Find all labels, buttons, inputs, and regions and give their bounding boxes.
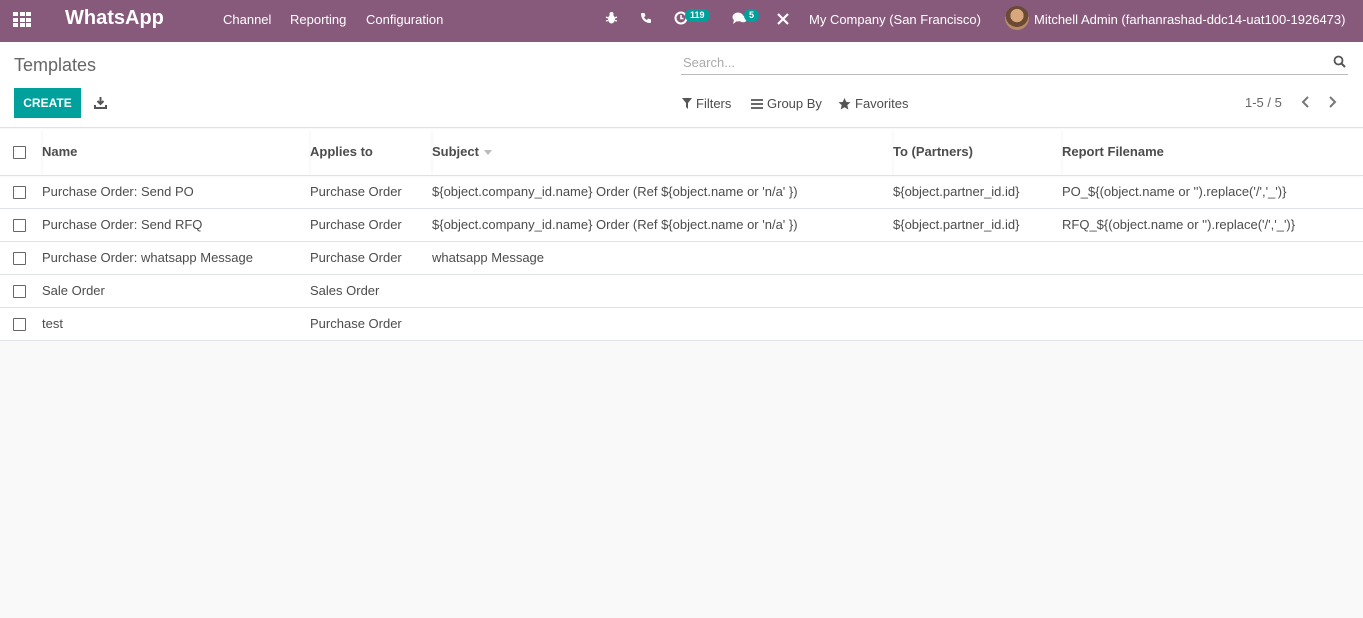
row-select-cell (0, 175, 42, 209)
company-switcher[interactable]: My Company (San Francisco) (809, 12, 981, 27)
table-row[interactable]: Purchase Order: whatsapp Message Purchas… (0, 241, 1363, 275)
column-header-name[interactable]: Name (42, 129, 310, 176)
activity-count-badge: 119 (685, 9, 710, 22)
select-all-cell (0, 129, 42, 176)
table-row[interactable]: Sale Order Sales Order (0, 274, 1363, 308)
favorites-button[interactable]: Favorites (838, 96, 908, 111)
filters-button[interactable]: Filters (682, 96, 731, 111)
select-all-checkbox[interactable] (13, 146, 26, 160)
list-icon (751, 98, 763, 109)
templates-table: Name Applies to Subject To (Partners) Re… (0, 129, 1363, 341)
app-brand[interactable]: WhatsApp (65, 7, 164, 30)
cell-applies-to[interactable]: Purchase Order (310, 307, 432, 341)
filter-icon (682, 98, 692, 109)
table-header-row: Name Applies to Subject To (Partners) Re… (0, 129, 1363, 176)
row-select-cell (0, 208, 42, 242)
cell-applies-to[interactable]: Purchase Order (310, 175, 432, 209)
row-select-cell (0, 274, 42, 308)
app-menu-icon[interactable] (13, 12, 32, 27)
table-row[interactable]: Purchase Order: Send RFQ Purchase Order … (0, 208, 1363, 242)
menu-reporting[interactable]: Reporting (290, 12, 346, 27)
bug-icon[interactable] (605, 11, 618, 28)
cell-report-filename[interactable]: PO_${(object.name or '').replace('/','_'… (1062, 175, 1363, 209)
row-select-cell (0, 241, 42, 275)
cell-applies-to[interactable]: Purchase Order (310, 208, 432, 242)
column-header-to-partners[interactable]: To (Partners) (893, 129, 1062, 176)
cell-to-partners[interactable] (893, 307, 1062, 341)
table-row[interactable]: Purchase Order: Send PO Purchase Order $… (0, 175, 1363, 209)
column-header-report-filename[interactable]: Report Filename (1062, 129, 1363, 176)
cell-subject[interactable] (432, 307, 893, 341)
sort-caret-icon (483, 150, 492, 156)
cell-subject[interactable]: ${object.company_id.name} Order (Ref ${o… (432, 175, 893, 209)
cell-report-filename[interactable] (1062, 274, 1363, 308)
message-count-badge: 5 (744, 9, 760, 22)
cell-name[interactable]: Purchase Order: Send RFQ (42, 208, 310, 242)
table-row[interactable]: test Purchase Order (0, 307, 1363, 341)
group-by-button[interactable]: Group By (751, 96, 822, 111)
search-input[interactable] (681, 50, 1321, 74)
templates-list: Name Applies to Subject To (Partners) Re… (0, 129, 1363, 341)
cell-to-partners[interactable]: ${object.partner_id.id} (893, 175, 1062, 209)
chevron-right-icon[interactable] (1328, 96, 1338, 111)
row-checkbox[interactable] (13, 252, 26, 266)
cell-name[interactable]: Purchase Order: Send PO (42, 175, 310, 209)
cell-subject[interactable]: ${object.company_id.name} Order (Ref ${o… (432, 208, 893, 242)
cell-subject[interactable] (432, 274, 893, 308)
group-by-label: Group By (767, 96, 822, 111)
menu-channel[interactable]: Channel (223, 12, 271, 27)
cell-to-partners[interactable]: ${object.partner_id.id} (893, 208, 1062, 242)
cell-report-filename[interactable] (1062, 307, 1363, 341)
cell-to-partners[interactable] (893, 241, 1062, 275)
cell-report-filename[interactable]: RFQ_${(object.name or '').replace('/','_… (1062, 208, 1363, 242)
star-icon (838, 97, 851, 109)
user-menu[interactable]: Mitchell Admin (farhanrashad-ddc14-uat10… (1034, 12, 1345, 27)
cell-applies-to[interactable]: Sales Order (310, 274, 432, 308)
download-icon[interactable] (94, 96, 107, 112)
favorites-label: Favorites (855, 96, 909, 111)
cell-report-filename[interactable] (1062, 241, 1363, 275)
cell-name[interactable]: Purchase Order: whatsapp Message (42, 241, 310, 275)
user-avatar[interactable] (1005, 6, 1029, 30)
pager-value[interactable]: 1-5 / 5 (1245, 95, 1282, 110)
row-checkbox[interactable] (13, 186, 26, 200)
row-checkbox[interactable] (13, 219, 26, 233)
cell-name[interactable]: Sale Order (42, 274, 310, 308)
page-title: Templates (14, 55, 97, 75)
chevron-left-icon[interactable] (1300, 96, 1310, 111)
row-select-cell (0, 307, 42, 341)
phone-icon[interactable] (640, 12, 652, 27)
create-button[interactable]: CREATE (14, 88, 81, 118)
cell-to-partners[interactable] (893, 274, 1062, 308)
tools-icon[interactable] (776, 12, 790, 29)
search-bar (681, 50, 1348, 75)
menu-configuration[interactable]: Configuration (366, 12, 443, 27)
cell-subject[interactable]: whatsapp Message (432, 241, 893, 275)
column-header-subject[interactable]: Subject (432, 129, 893, 176)
filters-label: Filters (696, 96, 732, 111)
column-header-applies-to[interactable]: Applies to (310, 129, 432, 176)
row-checkbox[interactable] (13, 285, 26, 299)
cell-name[interactable]: test (42, 307, 310, 341)
top-navbar: WhatsApp Channel Reporting Configuration… (0, 0, 1363, 42)
control-panel: Templates CREATE Filters Group By Favori… (0, 42, 1363, 128)
row-checkbox[interactable] (13, 318, 26, 332)
cell-applies-to[interactable]: Purchase Order (310, 241, 432, 275)
search-icon[interactable] (1333, 55, 1346, 71)
